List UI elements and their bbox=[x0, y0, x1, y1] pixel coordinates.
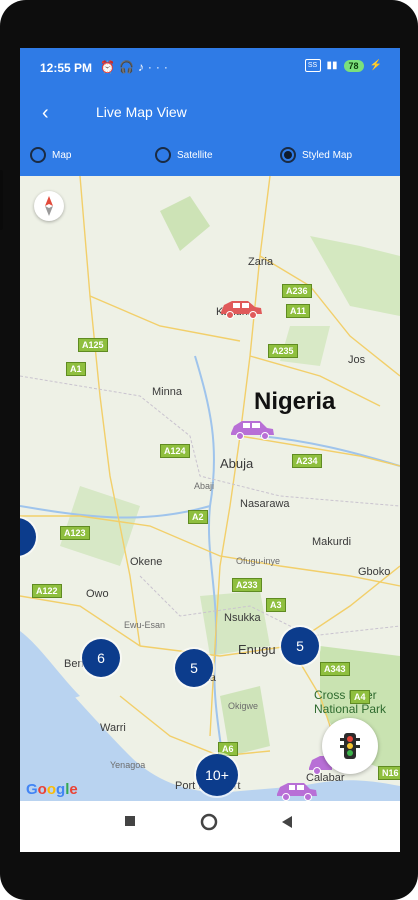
car-marker-icon[interactable] bbox=[228, 418, 276, 442]
radio-satellite[interactable]: Satellite bbox=[155, 147, 213, 163]
google-attribution: Google bbox=[26, 781, 78, 798]
sim-icon: SS bbox=[304, 59, 321, 72]
road-shield: A4 bbox=[350, 690, 370, 704]
road-shield: A1 bbox=[66, 362, 86, 376]
more-icon: ··· bbox=[147, 60, 172, 74]
compass-icon[interactable] bbox=[34, 191, 64, 221]
road-shield: A11 bbox=[286, 304, 311, 318]
map-view[interactable]: Zaria Kaduna Jos Minna Abuja Nasarawa Ma… bbox=[20, 176, 400, 801]
road-shield: A125 bbox=[78, 338, 108, 352]
city-label: Enugu bbox=[238, 642, 276, 657]
road-shield: A236 bbox=[282, 284, 312, 298]
radio-styled-map[interactable]: Styled Map bbox=[280, 147, 352, 163]
radio-circle bbox=[30, 147, 46, 163]
status-right: SS ▮▮ 78 ⚡ bbox=[304, 59, 382, 72]
road-shield: A234 bbox=[292, 454, 322, 468]
city-label: Warri bbox=[100, 722, 126, 734]
radio-label: Map bbox=[52, 149, 72, 161]
screen: 12:55 PM ⏰🎧♪··· SS ▮▮ 78 ⚡ ‹ Live Map Vi… bbox=[20, 48, 400, 852]
road-shield: A3 bbox=[266, 598, 286, 612]
road-shield: A2 bbox=[188, 510, 208, 524]
road-shield: A233 bbox=[232, 578, 262, 592]
city-label: Ofugu-inye bbox=[236, 556, 281, 566]
signal-icon: ▮▮ bbox=[326, 60, 338, 71]
city-label: Okene bbox=[130, 556, 163, 568]
map-type-selector: Map Satellite Styled Map bbox=[20, 140, 400, 176]
city-label: Zaria bbox=[248, 256, 274, 268]
radio-circle-selected bbox=[280, 147, 296, 163]
city-label: Nsukka bbox=[224, 612, 261, 624]
radio-circle bbox=[155, 147, 171, 163]
recents-icon[interactable] bbox=[124, 815, 136, 827]
country-label: Nigeria bbox=[254, 388, 336, 415]
system-nav-bar bbox=[20, 801, 400, 852]
car-marker-icon[interactable] bbox=[274, 780, 318, 801]
compass-needle bbox=[45, 196, 53, 216]
city-label: Jos bbox=[348, 354, 366, 366]
volume-button bbox=[0, 170, 3, 230]
cluster-marker[interactable]: 5 bbox=[281, 627, 319, 665]
traffic-light-icon bbox=[340, 733, 360, 759]
page-title: Live Map View bbox=[96, 104, 187, 120]
road-shield: A124 bbox=[160, 444, 190, 458]
status-bar: 12:55 PM ⏰🎧♪··· SS ▮▮ 78 ⚡ bbox=[20, 48, 400, 88]
cluster-marker[interactable]: 5 bbox=[175, 649, 213, 687]
app-bar: ‹ Live Map View bbox=[20, 88, 400, 140]
home-icon[interactable] bbox=[200, 813, 218, 831]
city-label: Makurdi bbox=[312, 536, 352, 548]
alarm-icon: ⏰ bbox=[100, 60, 119, 74]
cluster-marker[interactable]: 10+ bbox=[196, 754, 238, 796]
city-label: Minna bbox=[152, 386, 182, 398]
battery-indicator: 78 bbox=[343, 59, 364, 72]
back-arrow-icon[interactable]: ‹ bbox=[42, 102, 49, 125]
cluster-marker[interactable]: 6 bbox=[82, 639, 120, 677]
phone-frame: 12:55 PM ⏰🎧♪··· SS ▮▮ 78 ⚡ ‹ Live Map Vi… bbox=[0, 0, 418, 900]
city-label: Ewu-Esan bbox=[124, 620, 166, 630]
road-shield: A122 bbox=[32, 584, 62, 598]
city-label: Gboko bbox=[358, 566, 391, 578]
tiktok-icon: ♪ bbox=[137, 60, 148, 74]
radio-map[interactable]: Map bbox=[30, 147, 71, 163]
car-marker-icon[interactable] bbox=[218, 298, 264, 320]
back-icon[interactable] bbox=[281, 815, 293, 829]
status-time: 12:55 PM bbox=[40, 61, 93, 75]
city-label: Owo bbox=[86, 588, 109, 600]
city-label: Abuja bbox=[220, 456, 254, 471]
city-label: Abaji bbox=[194, 481, 215, 491]
traffic-toggle-button[interactable] bbox=[322, 718, 378, 774]
charging-icon: ⚡ bbox=[369, 60, 382, 71]
status-icons: ⏰🎧♪··· bbox=[100, 60, 172, 74]
road-shield: N16 bbox=[378, 766, 400, 780]
radio-label: Styled Map bbox=[302, 149, 353, 161]
road-shield: A123 bbox=[60, 526, 90, 540]
radio-label: Satellite bbox=[177, 149, 213, 161]
road-shield: A343 bbox=[320, 662, 350, 676]
headset-icon: 🎧 bbox=[118, 60, 138, 74]
city-label: Yenagoa bbox=[110, 760, 146, 770]
road-shield: A235 bbox=[268, 344, 298, 358]
city-label: Nasarawa bbox=[240, 498, 290, 510]
city-label: Okigwe bbox=[228, 701, 259, 711]
